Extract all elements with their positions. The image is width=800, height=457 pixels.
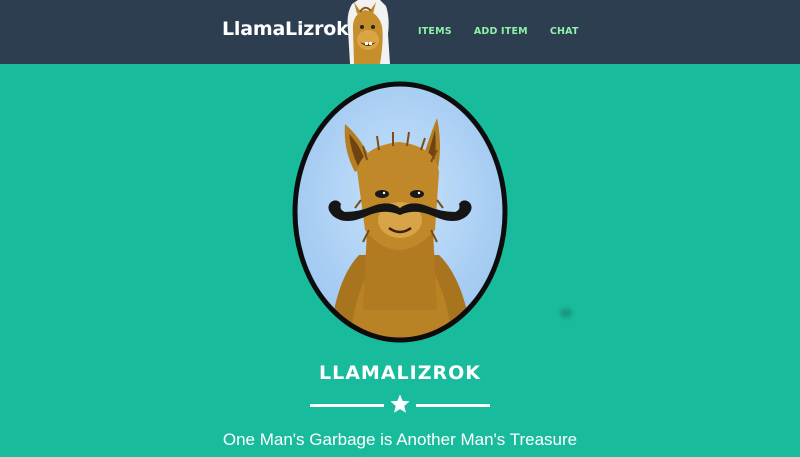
navbar: LlamaLizrok ITEMS ADD ITEM CHAT xyxy=(0,0,800,64)
mustache-llama-portrait xyxy=(292,81,508,343)
star-divider xyxy=(310,393,490,417)
star-icon xyxy=(390,394,410,413)
nav-links: ITEMS ADD ITEM CHAT xyxy=(418,26,601,37)
nav-link-chat[interactable]: CHAT xyxy=(550,26,579,37)
tagline: One Man's Garbage is Another Man's Treas… xyxy=(222,430,578,449)
brand-link[interactable]: LlamaLizrok xyxy=(222,18,349,40)
llama-head-icon[interactable] xyxy=(340,0,394,64)
divider-line-right xyxy=(416,404,490,407)
nav-link-add-item[interactable]: ADD ITEM xyxy=(474,26,528,37)
nav-link-items[interactable]: ITEMS xyxy=(418,26,452,37)
background-smudge xyxy=(560,308,572,318)
site-title: LLAMALIZROK xyxy=(319,362,481,384)
divider-line-left xyxy=(310,404,384,407)
